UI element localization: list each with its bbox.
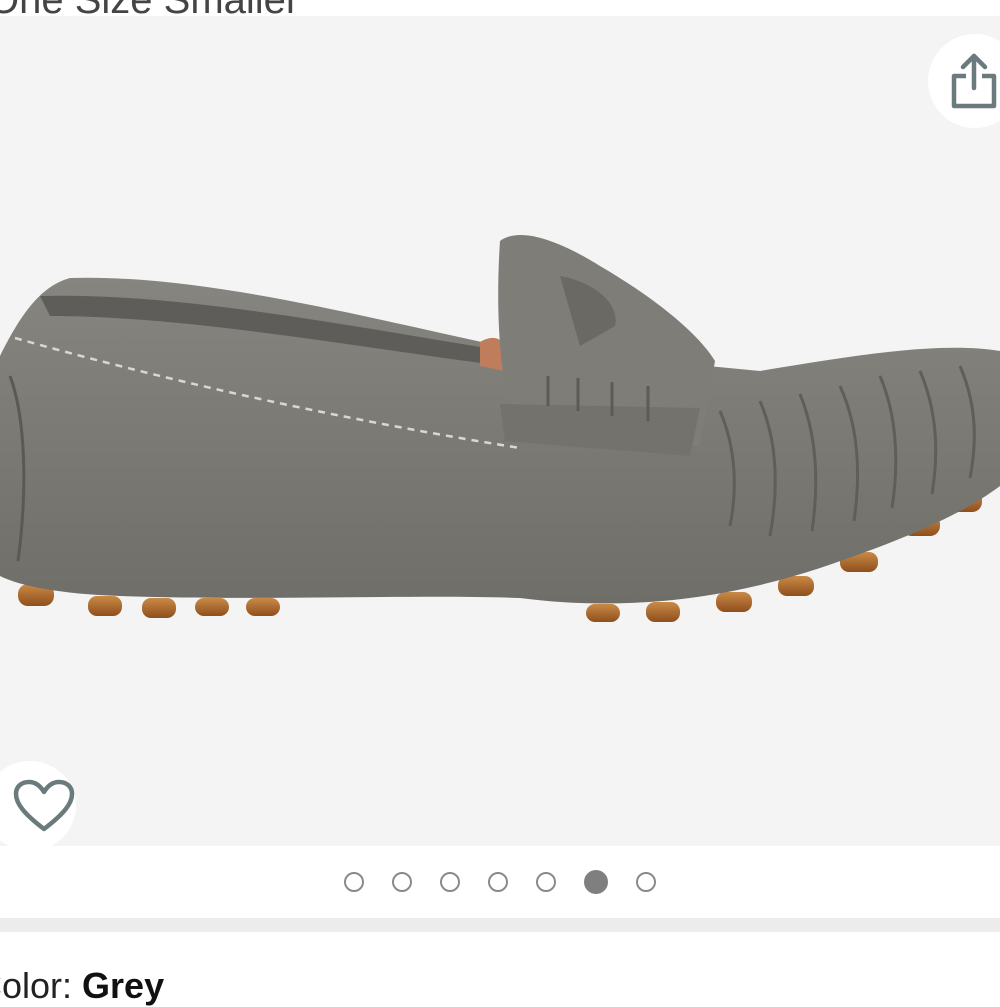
gallery-dot-2[interactable]	[392, 872, 412, 892]
product-image-gallery[interactable]	[0, 16, 1000, 846]
section-divider	[0, 918, 1000, 932]
color-selection: Color: Grey	[0, 965, 164, 1007]
gallery-dot-1[interactable]	[344, 872, 364, 892]
heart-icon	[13, 779, 75, 832]
gallery-dot-3[interactable]	[440, 872, 460, 892]
gallery-dot-7[interactable]	[636, 872, 656, 892]
gallery-dot-6-active[interactable]	[584, 870, 608, 894]
share-icon	[951, 53, 997, 109]
product-image[interactable]	[0, 16, 1000, 846]
gallery-pagination[interactable]	[0, 846, 1000, 918]
gallery-dot-4[interactable]	[488, 872, 508, 892]
gallery-dot-5[interactable]	[536, 872, 556, 892]
